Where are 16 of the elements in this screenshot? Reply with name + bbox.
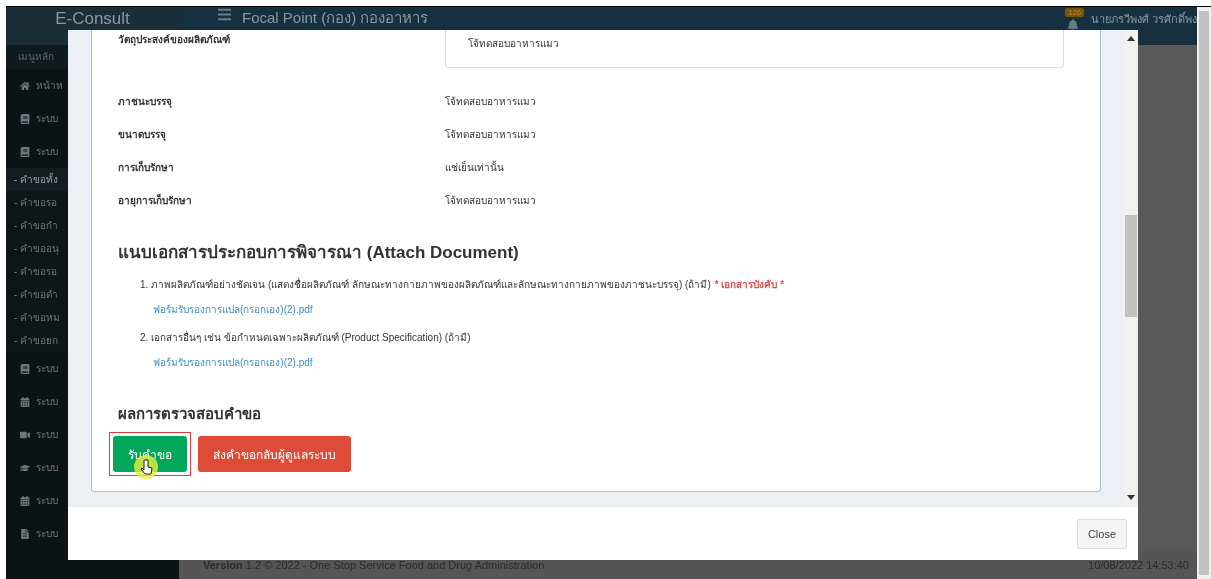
field-label: อายุการเก็บรักษา xyxy=(118,193,193,208)
section-title: แนบเอกสารประกอบการพิจารณา (Attach Document) xyxy=(118,242,520,264)
notification-badge: 126 xyxy=(1064,8,1085,17)
field-value: โจ้ทดสอบอาหารแมว xyxy=(445,95,537,109)
field-value: โจ้ทดสอบอาหารแมว xyxy=(445,128,537,142)
field-value: แช่เย็นเท่านั้น xyxy=(445,160,505,175)
field-label: ขนาดบรรจุ xyxy=(118,128,167,142)
section-title: ผลการตรวจสอบคำขอ xyxy=(118,404,262,424)
field-value: โจ้ทดสอบอาหารแมว xyxy=(445,194,537,208)
page-title: Focal Point (กอง) กองอาหาร xyxy=(242,8,429,28)
value-box: โจ้ทดสอบอาหารแมว xyxy=(445,30,1064,68)
document-description: 2. เอกสารอื่นๆ เช่น ข้อกำหนดเฉพาะผลิตภัณฑ์ (Product Specification) (ถ้ามี) xyxy=(140,330,471,345)
document-description: 1. ภาพผลิตภัณฑ์อย่างชัดเจน (แสดงชื่อผลิตภัณฑ์ ลักษณะทางกายภาพของผลิตภัณฑ์และลักษณะทางกายภาพของภาชนะบรรจุ) (ถ้ามี) xyxy=(140,277,711,292)
required-note: * เอกสารบังคับ * xyxy=(714,278,785,292)
field-label: ภาชนะบรรจุ xyxy=(118,95,173,109)
field-label: การเก็บรักษา xyxy=(118,160,175,175)
